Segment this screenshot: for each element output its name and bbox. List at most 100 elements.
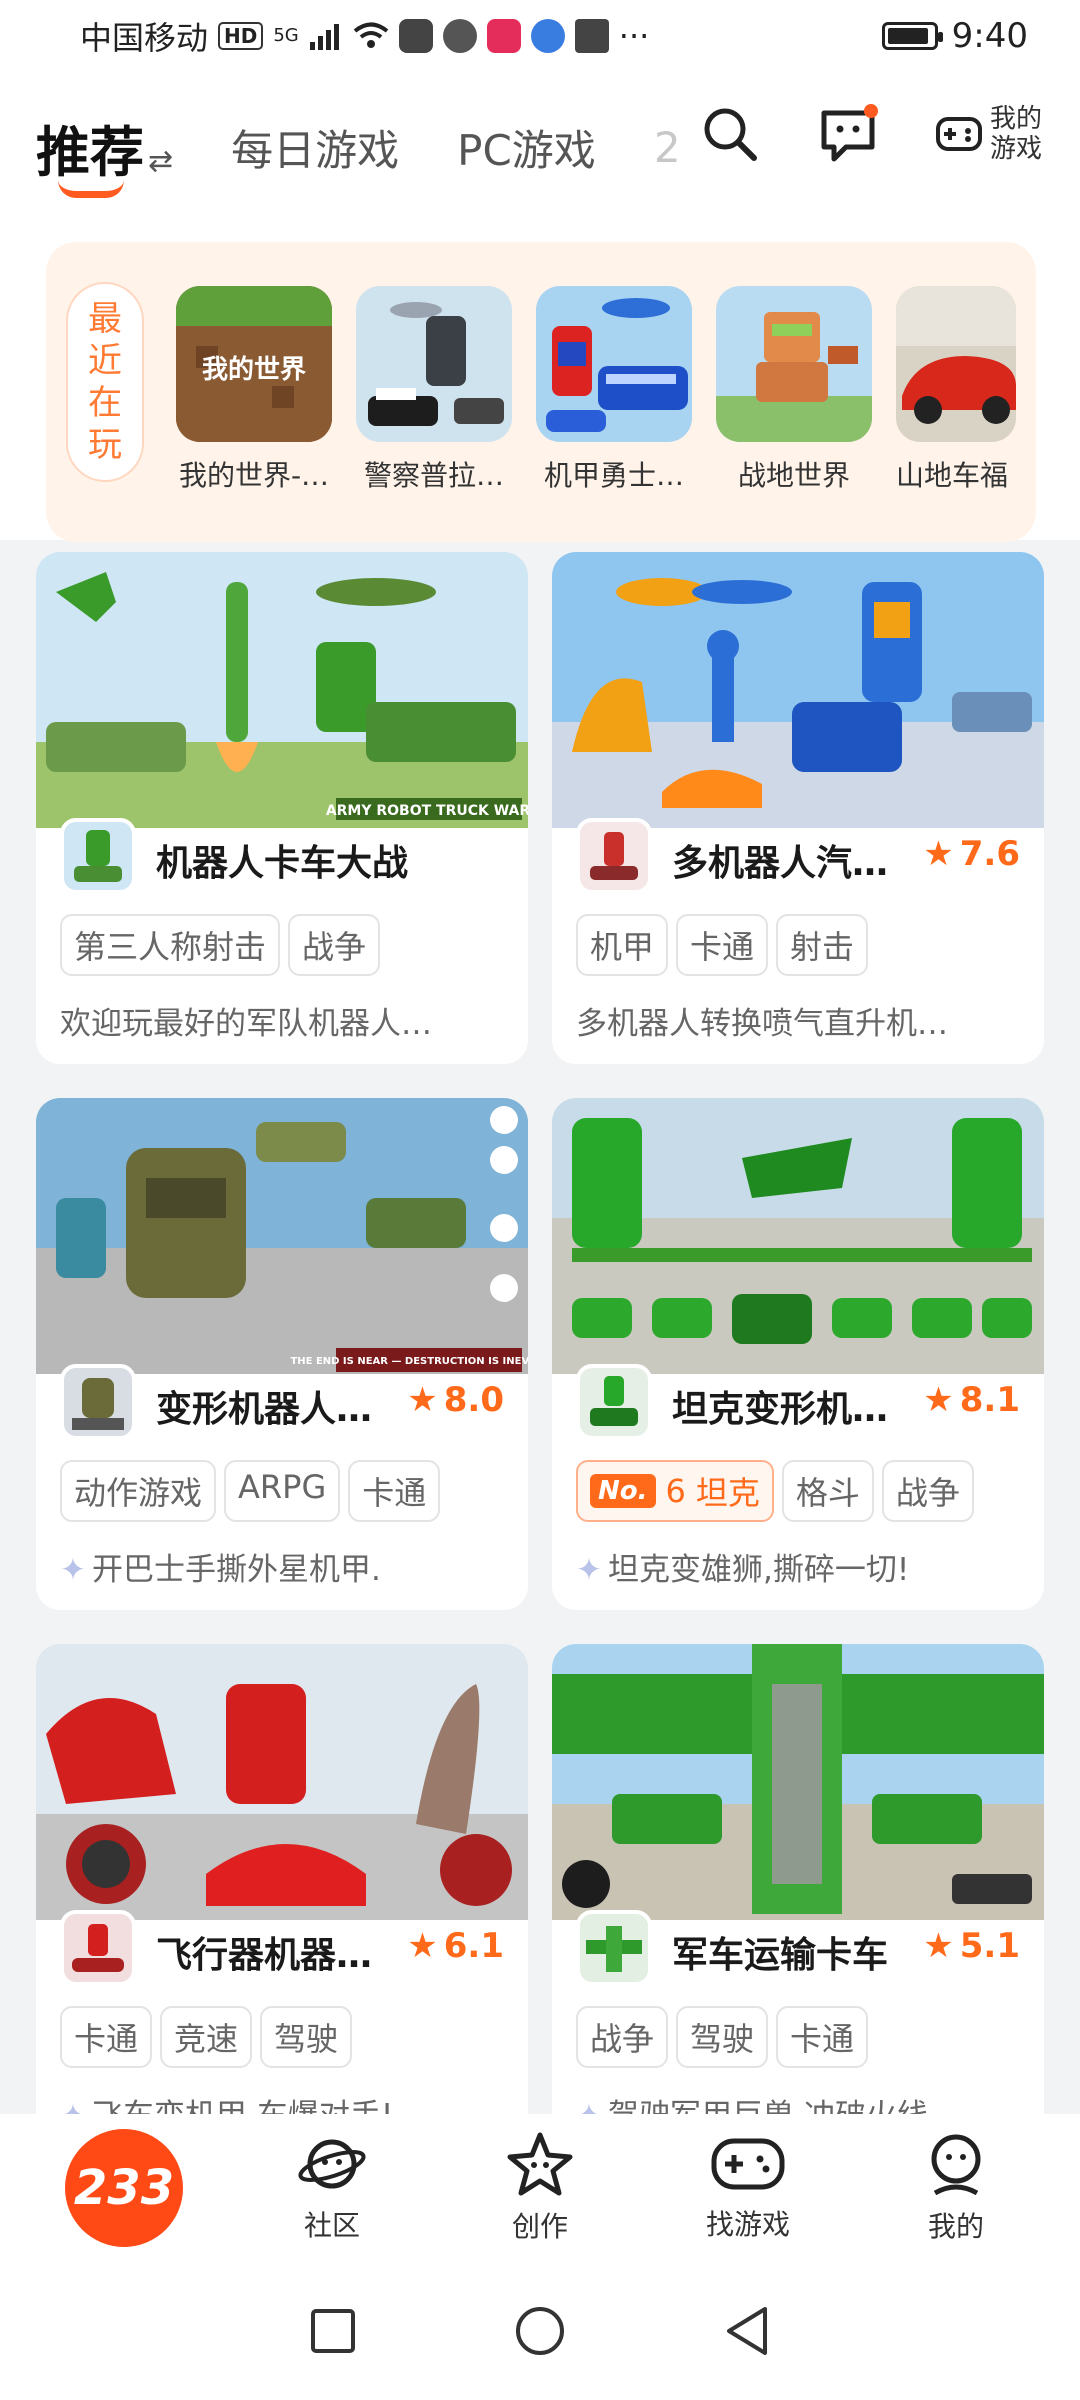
recent-list: 我的世界 我的世界-… 警察普拉… 机甲勇士… 战地世界 山地车福 [176, 286, 1016, 494]
game-tag[interactable]: 卡通 [676, 914, 769, 976]
recent-item[interactable]: 山地车福 [896, 286, 1016, 494]
search-button[interactable] [698, 102, 762, 166]
game-icon [576, 1364, 652, 1440]
star-icon: ★ [923, 1926, 954, 1966]
game-tag[interactable]: 卡通 [60, 2006, 153, 2068]
tab-pc-games[interactable]: PC游戏 [457, 117, 596, 178]
game-description: ✦ 坦克变雄狮,撕碎一切! [576, 1544, 1020, 1589]
nav-label: 创作 [511, 2210, 568, 2243]
game-title: 变形机器人… [156, 1389, 373, 1430]
recent-item[interactable]: 战地世界 [716, 286, 872, 494]
recent-name: 山地车福 [896, 459, 1009, 492]
recent-name: 战地世界 [737, 459, 850, 492]
game-tag[interactable]: 机甲 [576, 914, 669, 976]
message-button[interactable] [816, 102, 880, 166]
game-description: 多机器人转换喷气直升机… [576, 998, 1020, 1043]
recent-thumb: 我的世界 [176, 286, 332, 442]
person-face-icon [931, 2134, 981, 2196]
message-unread-dot [864, 104, 878, 118]
rank-badge: No. [590, 1474, 656, 1508]
game-tag[interactable]: 卡通 [776, 2006, 869, 2068]
game-banner [552, 1644, 1044, 1920]
recent-name: 我的世界-… [178, 459, 330, 492]
game-icon [60, 1910, 136, 1986]
chat-notification-icon [442, 19, 477, 53]
game-tags: 动作游戏 ARPG 卡通 [60, 1460, 441, 1522]
game-rating: ★ 7.6 [923, 834, 1020, 874]
game-tag[interactable]: 战争 [576, 2006, 669, 2068]
back-button[interactable] [723, 2305, 771, 2357]
game-tag[interactable]: 射击 [776, 914, 869, 976]
tab-recommend-label: 推荐 [36, 120, 144, 184]
battery-fill [887, 28, 928, 44]
star-icon: ★ [923, 834, 954, 874]
game-card[interactable]: 多机器人汽… ★ 7.6 机甲 卡通 射击 多机器人转换喷气直升机… [552, 552, 1044, 1064]
game-banner [552, 552, 1044, 828]
game-tag[interactable]: 驾驶 [676, 2006, 769, 2068]
tab-daily-games[interactable]: 每日游戏 [231, 117, 399, 178]
game-title: 坦克变形机… [672, 1389, 889, 1430]
banner-caption: THE END IS NEAR — DESTRUCTION IS INEVITA… [290, 1356, 528, 1367]
signal-icon [309, 24, 339, 50]
game-notification-icon [486, 19, 521, 53]
nav-profile[interactable]: 我的 [876, 2131, 1036, 2245]
swap-icon[interactable]: ⇄ [148, 144, 173, 179]
home-logo-icon: 233 [65, 2129, 183, 2247]
game-tag[interactable]: 战争 [288, 914, 381, 976]
game-banner: ARMY ROBOT TRUCK WAR [36, 552, 528, 828]
nav-community[interactable]: 社区 [252, 2132, 412, 2244]
game-description-text: 坦克变雄狮,撕碎一切! [607, 1552, 910, 1588]
recent-item[interactable]: 机甲勇士… [536, 286, 692, 494]
carrier-label: 中国移动 [80, 19, 209, 57]
status-bar: 中国移动 HD 5G ··· 9:40 [0, 0, 1080, 72]
recent-name: 机甲勇士… [543, 459, 684, 492]
sparkle-icon: ✦ [60, 1552, 86, 1588]
game-card[interactable]: 坦克变形机… ★ 8.1 No. 6 坦克 格斗 战争 ✦ 坦克变雄狮,撕碎一切! [552, 1098, 1044, 1610]
game-tag[interactable]: ARPG [224, 1460, 341, 1522]
game-tag[interactable]: 驾驶 [260, 2006, 353, 2068]
game-icon [60, 1364, 136, 1440]
recent-thumb-text: 我的世界 [202, 354, 306, 385]
game-description-text: 开巴士手撕外星机甲. [91, 1552, 381, 1588]
rank-tag[interactable]: No. 6 坦克 [576, 1460, 774, 1522]
nav-label: 找游戏 [705, 2208, 790, 2241]
my-games-button[interactable]: 我的游戏 [934, 104, 1050, 164]
game-title: 军车运输卡车 [672, 1935, 889, 1976]
battery-icon [881, 22, 943, 50]
game-card[interactable]: 军车运输卡车 ★5.1 战争 驾驶 卡通 ✦驾驶军用巨兽,冲破火线 [552, 1644, 1044, 2156]
game-card[interactable]: 飞行器机器… ★6.1 卡通 竞速 驾驶 ✦飞车变机甲,车爆对手! [36, 1644, 528, 2156]
game-tag[interactable]: 卡通 [348, 1460, 441, 1522]
game-rating: ★ 6.1 [407, 1926, 504, 1966]
game-card[interactable]: ARMY ROBOT TRUCK WAR 机器人卡车大战 第三人称射击 战争 欢… [36, 552, 528, 1064]
nav-home[interactable]: 233 [44, 2129, 204, 2247]
browser-notification-icon [530, 19, 565, 53]
rating-value: 8.1 [959, 1380, 1020, 1420]
game-tag[interactable]: 格斗 [781, 1460, 874, 1522]
game-tag[interactable]: 竞速 [160, 2006, 253, 2068]
home-button[interactable] [514, 2305, 566, 2357]
game-banner: THE END IS NEAR — DESTRUCTION IS INEVITA… [36, 1098, 528, 1374]
star-icon: ★ [923, 1380, 954, 1420]
recent-name: 警察普拉… [363, 459, 504, 492]
recents-button[interactable] [309, 2307, 357, 2355]
nav-find-games[interactable]: 找游戏 [668, 2133, 828, 2243]
recent-item[interactable]: 警察普拉… [356, 286, 512, 494]
recent-thumb [896, 286, 1016, 442]
planet-face-icon [298, 2139, 366, 2189]
nav-create[interactable]: 创作 [460, 2131, 620, 2245]
game-tag[interactable]: 动作游戏 [60, 1460, 217, 1522]
rating-value: 7.6 [959, 834, 1020, 874]
game-tag[interactable]: 战争 [881, 1460, 974, 1522]
calendar-notification-icon [574, 19, 609, 53]
game-tags: 机甲 卡通 射击 [576, 914, 869, 976]
recent-tag: 最近在玩 [66, 282, 144, 482]
tab-next-partial[interactable]: 2 [654, 123, 681, 172]
game-description: ✦ 开巴士手撕外星机甲. [60, 1544, 504, 1589]
game-card[interactable]: THE END IS NEAR — DESTRUCTION IS INEVITA… [36, 1098, 528, 1610]
recent-thumb [356, 286, 512, 442]
game-tag[interactable]: 第三人称射击 [60, 914, 281, 976]
game-rating: ★ 8.1 [923, 1380, 1020, 1420]
tab-recommend[interactable]: 推荐 ⇄ [36, 108, 173, 198]
recent-item[interactable]: 我的世界 我的世界-… [176, 286, 332, 494]
game-title: 飞行器机器… [156, 1935, 373, 1976]
